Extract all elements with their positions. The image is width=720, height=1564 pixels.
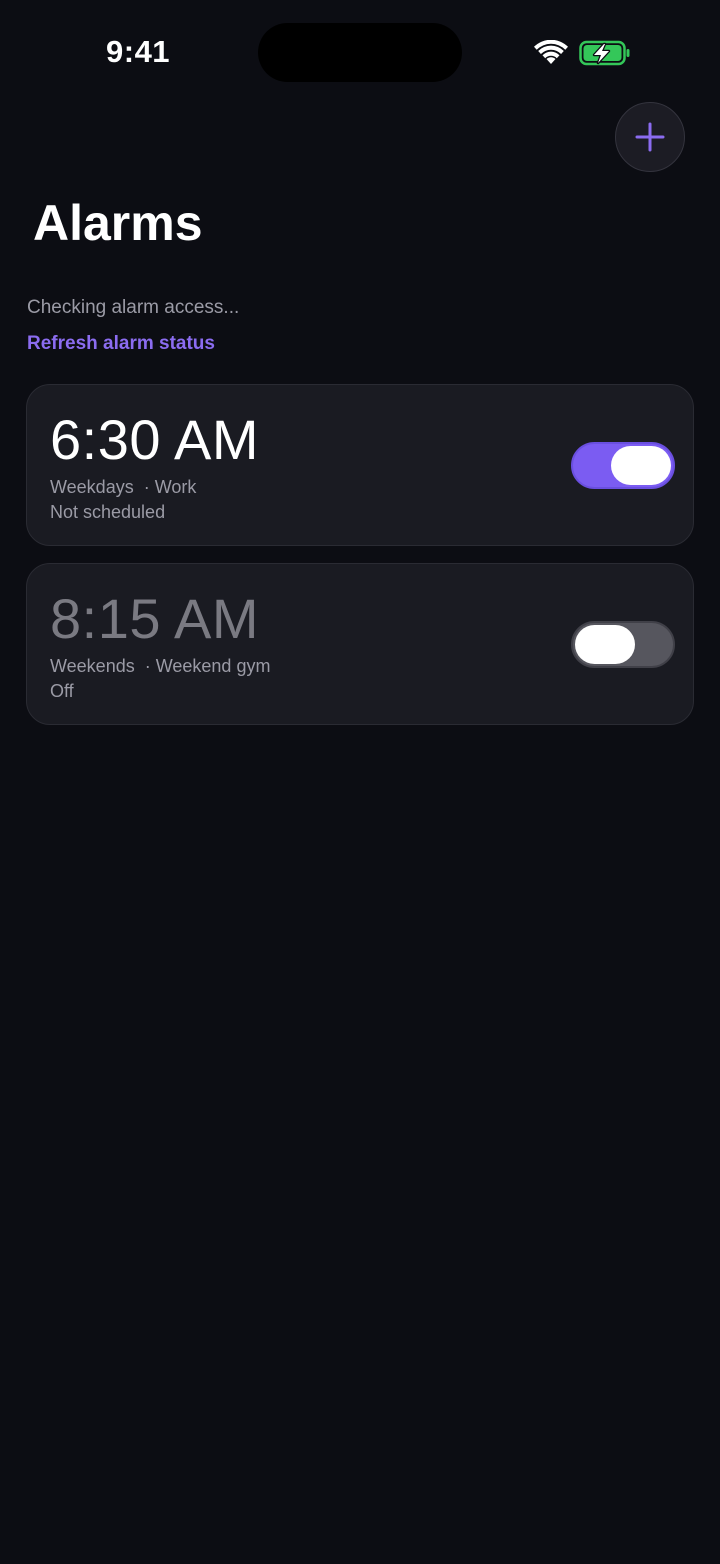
alarm-status: Not scheduled (50, 502, 166, 522)
alarm-details: Weekdays · Work (50, 477, 196, 498)
alarm-toggle[interactable] (571, 442, 675, 489)
alarm-time: 6:30 AM (50, 408, 259, 471)
add-alarm-button[interactable] (615, 102, 685, 172)
alarm-card[interactable]: 6:30 AM Weekdays · Work Not scheduled (26, 384, 694, 546)
refresh-alarm-status-link[interactable]: Refresh alarm status (27, 333, 215, 355)
alarm-schedule: Weekdays (50, 477, 134, 497)
alarm-time: 8:15 AM (50, 587, 259, 650)
alarm-label: Work (154, 477, 197, 497)
alarm-access-status: Checking alarm access... (27, 297, 240, 318)
dynamic-island (258, 23, 462, 82)
meta-separator: · (134, 656, 156, 676)
meta-separator: · (133, 477, 155, 497)
page-title: Alarms (33, 195, 203, 251)
toggle-knob (575, 625, 635, 664)
toggle-knob (611, 446, 671, 485)
alarm-status: Off (50, 681, 74, 701)
plus-icon (635, 122, 665, 152)
alarm-toggle[interactable] (571, 621, 675, 668)
alarm-card[interactable]: 8:15 AM Weekends · Weekend gym Off (26, 563, 694, 725)
alarm-schedule: Weekends (50, 656, 135, 676)
alarm-details: Weekends · Weekend gym (50, 656, 270, 677)
alarm-label: Weekend gym (155, 656, 271, 676)
status-bar-time: 9:41 (106, 34, 171, 69)
battery-charging-icon (579, 40, 630, 66)
wifi-icon (534, 40, 568, 64)
